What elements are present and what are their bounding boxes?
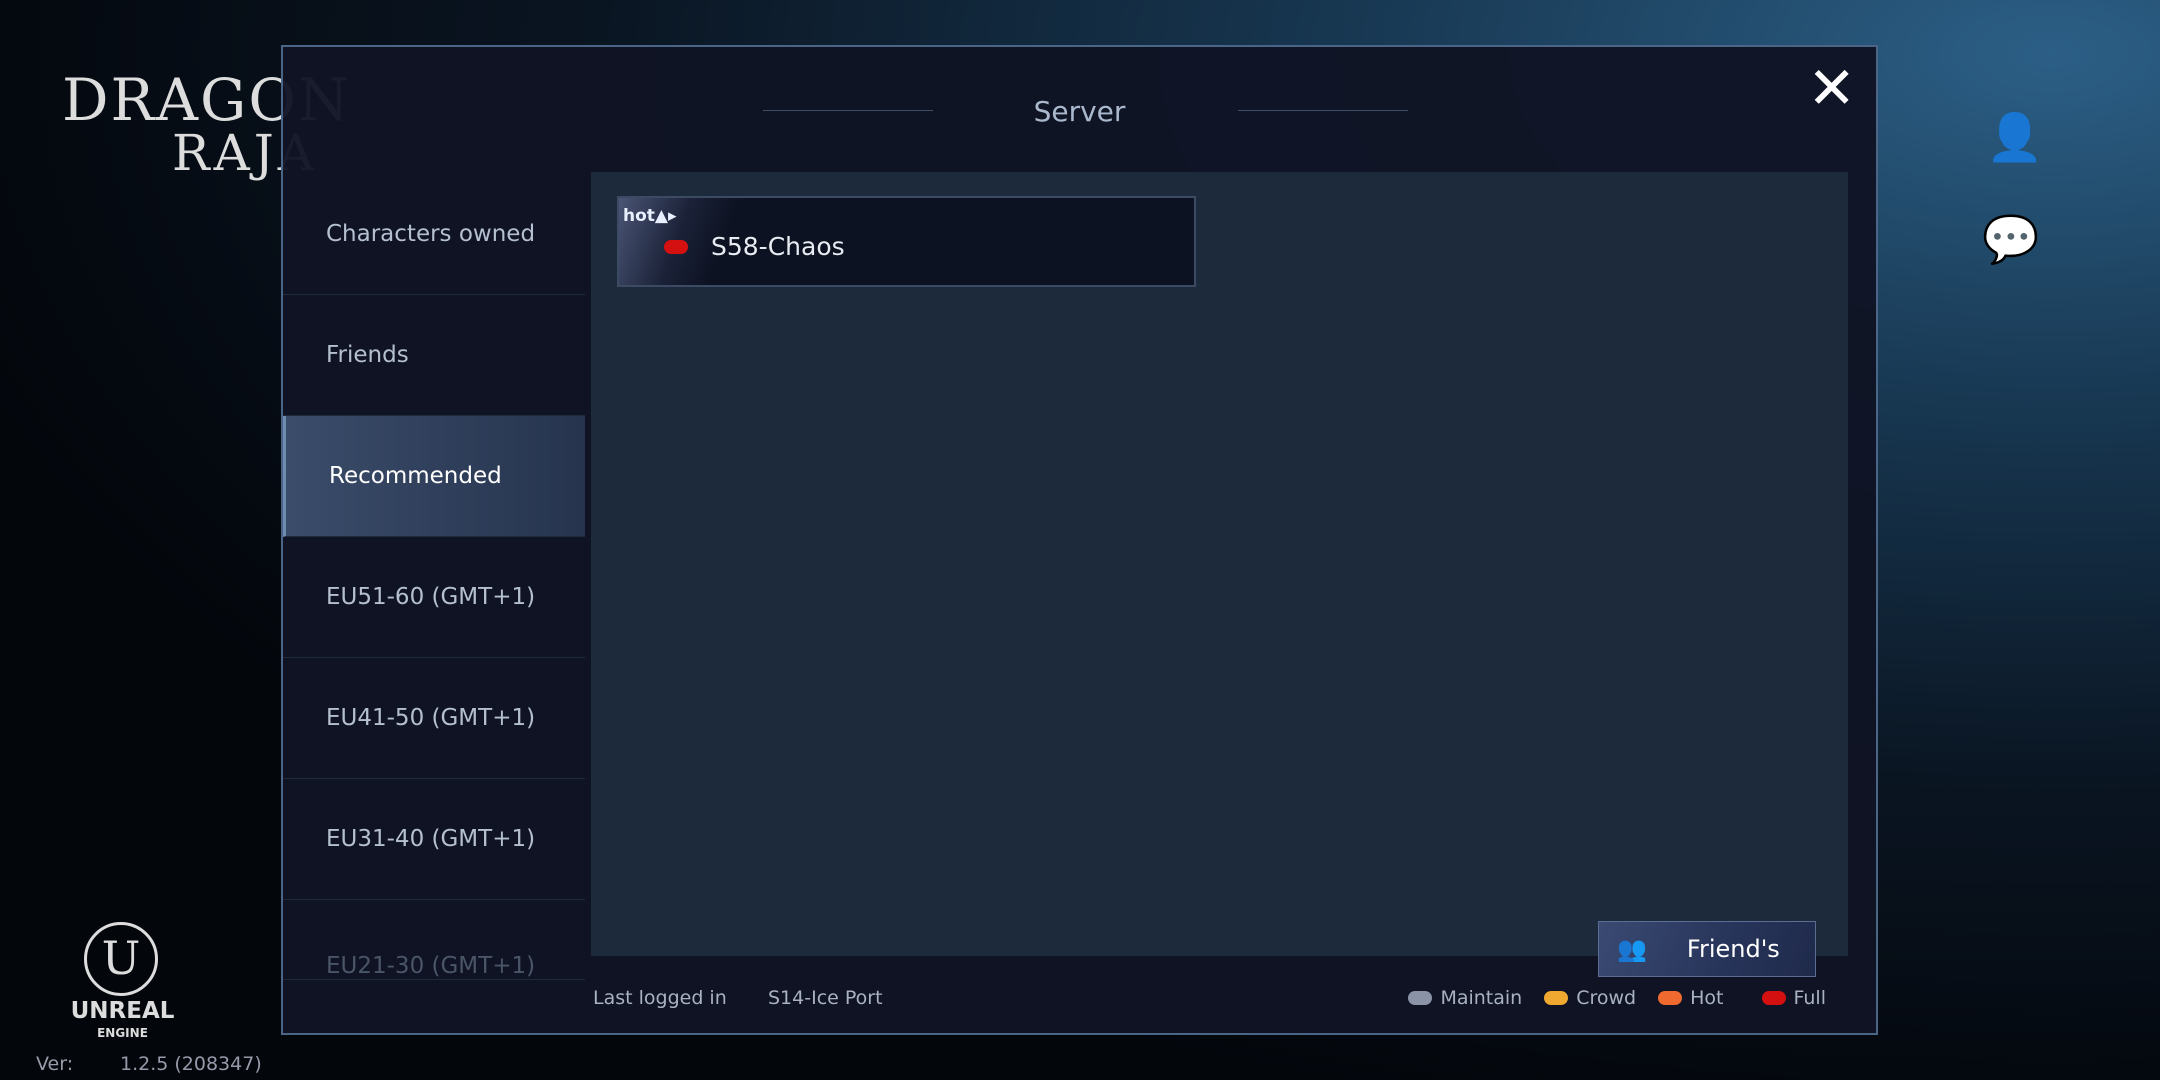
sidebar-item-characters-owned[interactable]: Characters owned bbox=[283, 174, 585, 295]
legend-crowd: Crowd bbox=[1576, 987, 1637, 1009]
friends-button-label: Friend's bbox=[1686, 935, 1780, 963]
status-full-dot bbox=[664, 240, 688, 254]
server-list-panel: hot▲▸ S58-Chaos 👥 Friend's bbox=[591, 172, 1848, 977]
server-card[interactable]: hot▲▸ S58-Chaos bbox=[617, 196, 1196, 287]
unreal-engine-logo: U bbox=[84, 922, 158, 996]
legend-full: Full bbox=[1793, 987, 1827, 1009]
sidebar-item-recommended[interactable]: Recommended bbox=[283, 416, 585, 537]
switch-account-icon[interactable]: 👤 bbox=[1986, 110, 2043, 165]
crowd-dot bbox=[1544, 991, 1569, 1005]
sidebar-item-eu21-30[interactable]: EU21-30 (GMT+1) bbox=[283, 900, 585, 980]
modal-title: Server bbox=[1033, 95, 1126, 128]
legend-hot: Hot bbox=[1690, 987, 1724, 1009]
version-label: Ver: bbox=[36, 1053, 74, 1075]
friends-icon: 👥 bbox=[1617, 935, 1647, 963]
engine-sub: ENGINE bbox=[97, 1026, 148, 1040]
hot-dot bbox=[1658, 991, 1683, 1005]
close-icon[interactable]: ✕ bbox=[1807, 59, 1856, 117]
server-group-sidebar: Characters owned Friends Recommended EU5… bbox=[283, 174, 585, 980]
engine-name: UNREAL bbox=[70, 998, 175, 1024]
hot-badge: hot▲▸ bbox=[623, 206, 677, 226]
friends-server-button[interactable]: 👥 Friend's bbox=[1598, 921, 1816, 977]
sidebar-item-eu31-40[interactable]: EU31-40 (GMT+1) bbox=[283, 779, 585, 900]
unreal-engine-text: UNREAL ENGINE bbox=[60, 1000, 185, 1044]
full-dot bbox=[1761, 991, 1786, 1005]
chat-icon[interactable]: 💬 bbox=[1982, 212, 2039, 267]
sidebar-item-eu51-60[interactable]: EU51-60 (GMT+1) bbox=[283, 537, 585, 658]
status-legend: Maintain Crowd Hot Full bbox=[1408, 987, 1826, 1009]
title-divider-left bbox=[763, 110, 933, 111]
last-logged-label: Last logged in bbox=[593, 987, 727, 1009]
server-name: S58-Chaos bbox=[711, 232, 845, 261]
maintain-dot bbox=[1408, 991, 1433, 1005]
title-divider-right bbox=[1238, 110, 1408, 111]
version-value: 1.2.5 (208347) bbox=[120, 1053, 262, 1075]
last-logged-server[interactable]: S14-Ice Port bbox=[768, 987, 883, 1009]
sidebar-item-friends[interactable]: Friends bbox=[283, 295, 585, 416]
server-modal: Server ✕ Characters owned Friends Recomm… bbox=[281, 45, 1878, 1035]
sidebar-item-eu41-50[interactable]: EU41-50 (GMT+1) bbox=[283, 658, 585, 779]
legend-maintain: Maintain bbox=[1440, 987, 1523, 1009]
